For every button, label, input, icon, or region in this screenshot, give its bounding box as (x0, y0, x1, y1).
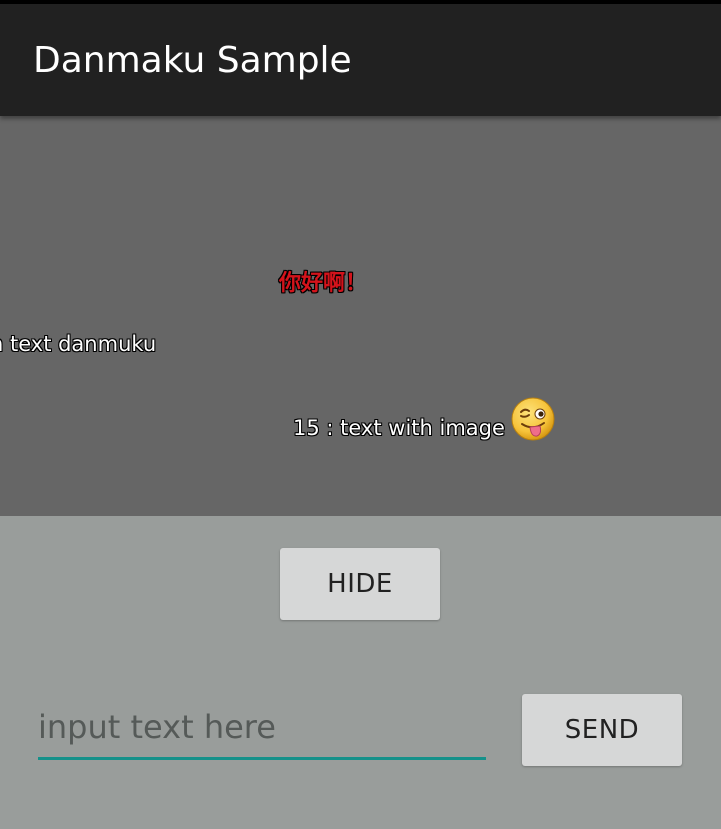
send-button[interactable]: SEND (522, 694, 682, 766)
danmaku-text-item: n text danmuku (0, 332, 157, 356)
controls-panel: HIDE SEND (0, 516, 721, 829)
winking-tongue-emoji-icon (511, 397, 555, 441)
hide-button[interactable]: HIDE (280, 548, 440, 620)
app-title: Danmaku Sample (33, 40, 352, 81)
app-bar: Danmaku Sample (0, 4, 721, 116)
danmaku-text-with-image: 15 : text with image (293, 416, 505, 440)
danmaku-text-input[interactable] (38, 704, 486, 760)
danmaku-hello: 你好啊！ (279, 271, 368, 296)
danmaku-view: 你好啊！ n text danmuku 15 : text with image (0, 116, 721, 516)
